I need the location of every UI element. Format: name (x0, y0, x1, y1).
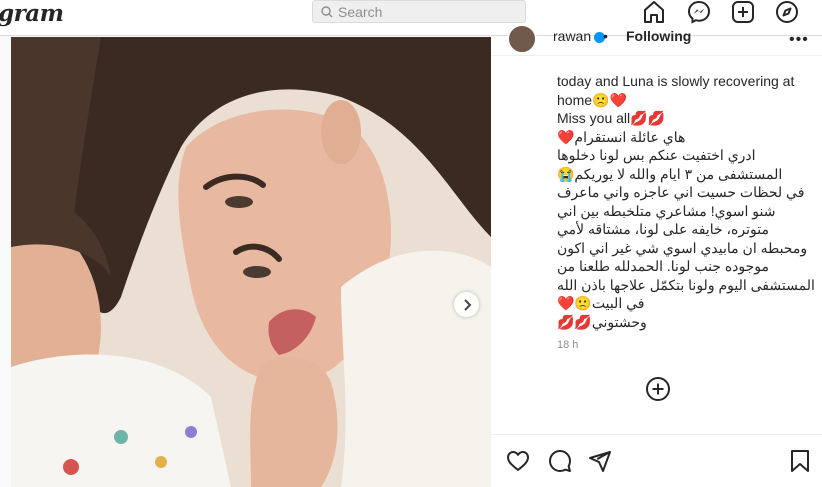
post-photo[interactable] (11, 37, 491, 487)
post-detail-panel: rawan • Following ••• today and Luna is … (491, 24, 822, 487)
caption-line: ومحبطه ان مابيدي اسوي شي غير اني اكون (557, 239, 808, 256)
comment-icon[interactable] (547, 448, 573, 474)
caption-line: موجوده جنب لونا. الحمدلله طلعنا من (557, 258, 770, 274)
plus-circle-icon (646, 377, 670, 401)
caption-line: ادري اختفيت عنكم بس لونا دخلوها (557, 147, 756, 163)
caption-line: home🙁❤️ (557, 91, 627, 108)
post-timestamp[interactable]: 18 h (557, 339, 578, 351)
post-header: rawan • Following ••• (491, 24, 822, 56)
top-navbar: gram Search (0, 0, 822, 36)
nav-new-post-wrap (730, 0, 756, 24)
new-post-icon[interactable] (730, 0, 756, 24)
caption-line: متوتره، خايفه على لونا، مشتاقه لأمي (557, 221, 769, 237)
separator-dot: • (603, 28, 608, 44)
add-comment-button[interactable] (645, 376, 671, 402)
nav-explore-wrap (774, 0, 800, 24)
caption-line: المستشفى من ٣ ايام والله لا يوريكم😭 (557, 165, 783, 182)
username-text: rawan (553, 28, 592, 44)
caption-line: Miss you all💋💋 (557, 110, 665, 126)
caption-line: شنو اسوي! مشاعري متلخبطه بين اني (557, 202, 776, 219)
search-icon (321, 5, 333, 17)
share-icon[interactable] (587, 448, 613, 474)
more-options-icon[interactable]: ••• (789, 31, 809, 49)
post-caption: today and Luna is slowly recovering at ho… (557, 72, 817, 331)
like-icon[interactable] (505, 448, 531, 474)
username-link[interactable]: rawan (553, 28, 606, 44)
caption-line: هاي عائلة انستقرام❤️ (557, 128, 686, 145)
caption-line: المستشفى اليوم ولونا بتكمّل علاجها باذن … (557, 276, 815, 293)
save-bookmark-icon[interactable] (787, 448, 813, 474)
caption-line: في لحظات حسيت اني عاجزه واني ماعرف (557, 184, 805, 200)
search-placeholder: Search (338, 3, 383, 20)
chevron-right-icon (463, 298, 471, 311)
instagram-logo[interactable]: gram (0, 0, 64, 27)
carousel-next-button[interactable] (454, 292, 479, 317)
avatar[interactable] (507, 24, 537, 54)
search-box[interactable]: Search (312, 0, 526, 23)
home-icon[interactable] (641, 0, 667, 24)
caption-line: وحشتوني💋💋 (557, 313, 647, 330)
nav-messenger-wrap (686, 0, 712, 24)
caption-line: في البيت🙁❤️ (557, 295, 645, 311)
post-actions-bar (491, 434, 822, 487)
nav-bar (641, 0, 667, 24)
following-button[interactable]: Following (626, 28, 691, 44)
explore-icon[interactable] (774, 0, 800, 24)
caption-line: today and Luna is slowly recovering at (557, 73, 795, 89)
messenger-icon[interactable] (686, 0, 712, 24)
